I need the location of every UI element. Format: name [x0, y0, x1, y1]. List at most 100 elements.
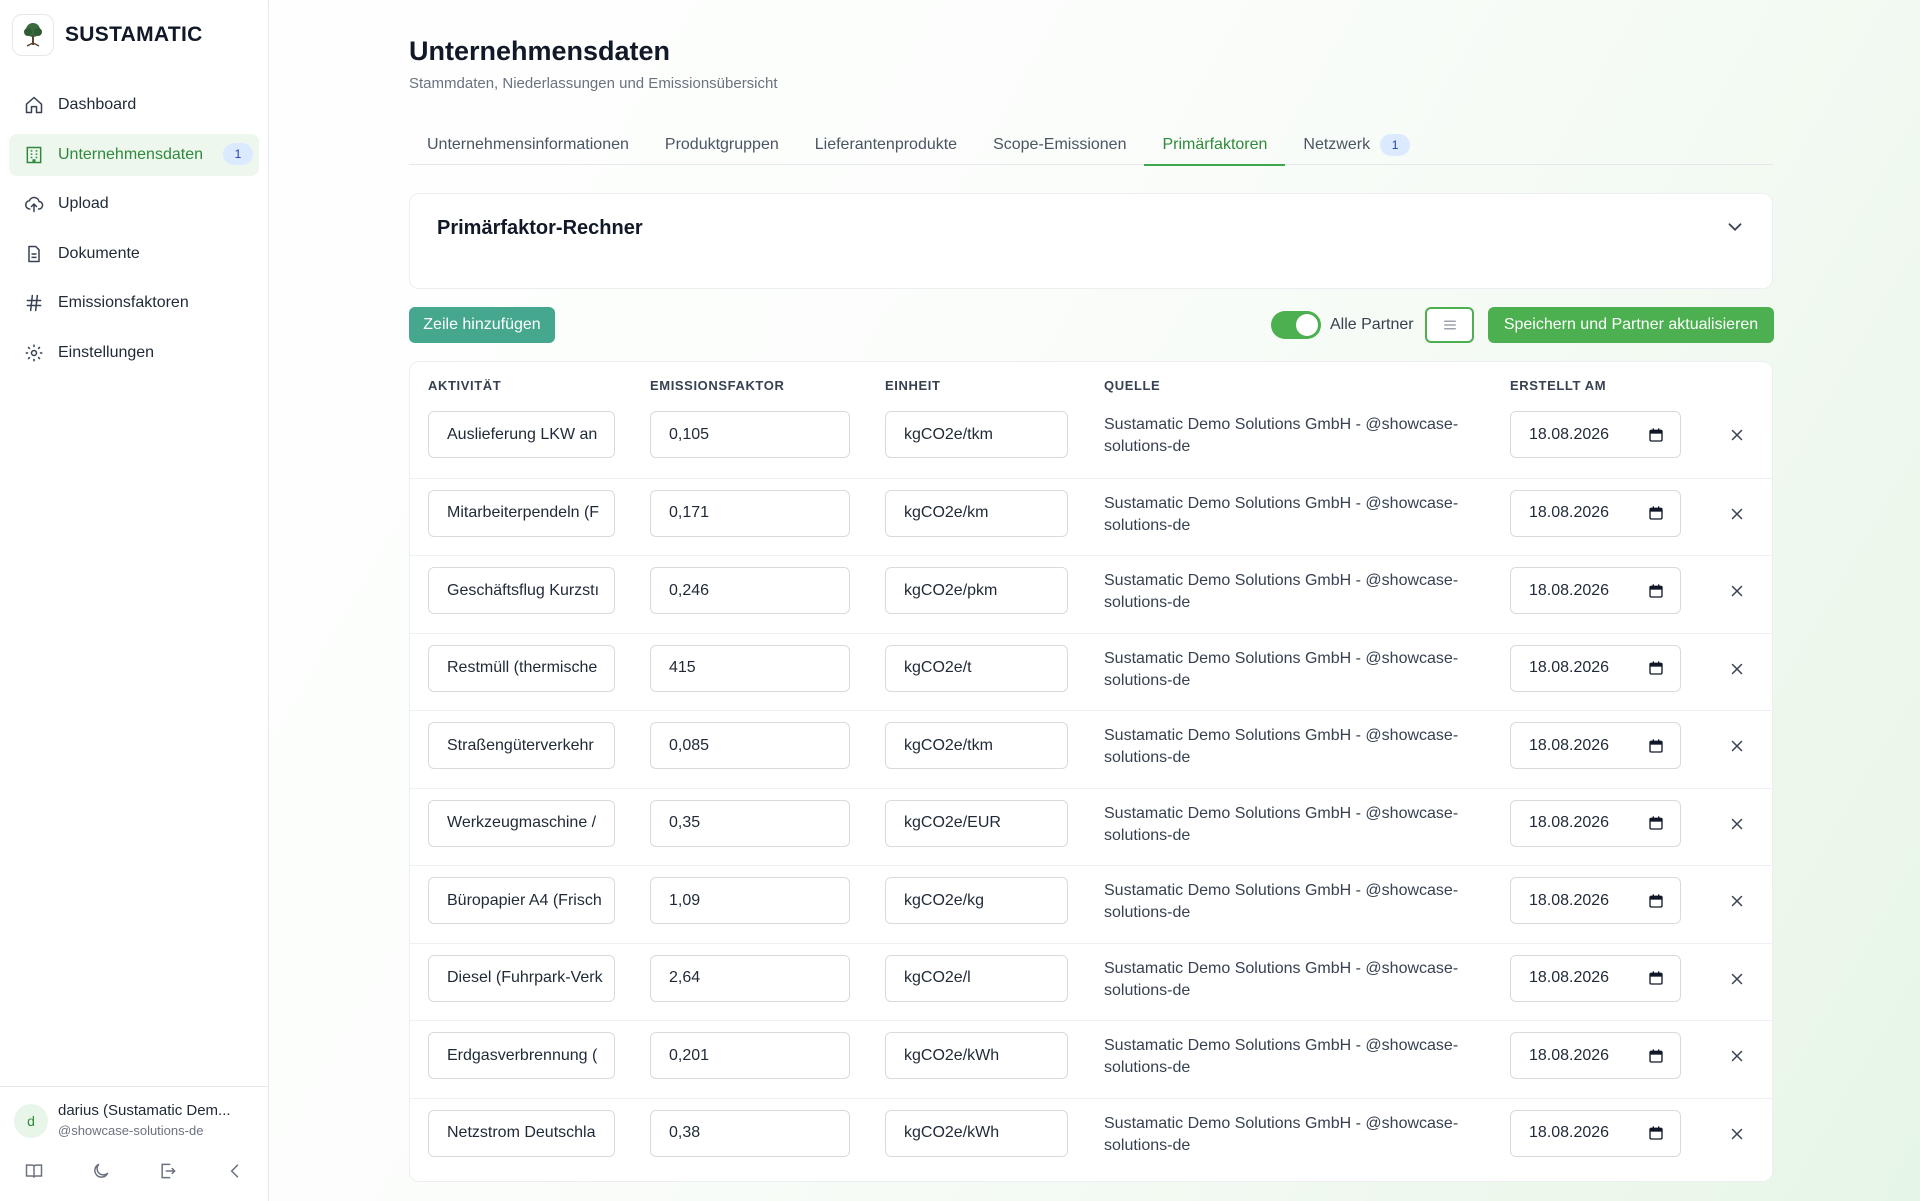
emission-factor-input[interactable]: 0,201 [650, 1032, 850, 1079]
emission-factor-input[interactable]: 0,35 [650, 799, 850, 847]
created-date-input[interactable]: 18.08.2026 [1510, 1109, 1681, 1157]
emission-factor-input[interactable]: 1,09 [650, 877, 850, 924]
collapse-chevron-icon[interactable] [201, 1155, 268, 1187]
emission-factor-input[interactable]: 0,38 [650, 1109, 850, 1157]
delete-row-icon[interactable] [1728, 426, 1746, 444]
created-date-input[interactable]: 18.08.2026 [1510, 489, 1681, 537]
sidebar-item-einstellungen[interactable]: Einstellungen [9, 332, 259, 374]
created-date-input[interactable]: 18.08.2026 [1510, 411, 1681, 458]
unit-input[interactable]: kgCO2e/l [885, 954, 1068, 1002]
calendar-icon[interactable] [1648, 505, 1664, 521]
created-date-input[interactable]: 18.08.2026 [1510, 877, 1681, 924]
activity-input[interactable]: Auslieferung LKW an [428, 411, 615, 458]
activity-input[interactable]: Straßengüterverkehr [428, 722, 615, 769]
emission-factor-input[interactable]: 0,171 [650, 489, 850, 537]
calendar-icon[interactable] [1648, 1048, 1664, 1064]
created-date-input[interactable]: 18.08.2026 [1510, 567, 1681, 614]
calculator-panel[interactable]: Primärfaktor-Rechner [409, 193, 1773, 289]
created-date-input[interactable]: 18.08.2026 [1510, 722, 1681, 769]
tab-lieferantenprodukte[interactable]: Lieferantenprodukte [797, 124, 975, 165]
tab-label: Primärfaktoren [1162, 135, 1268, 153]
user-handle: @showcase-solutions-de [58, 1123, 204, 1138]
calendar-icon[interactable] [1648, 660, 1664, 676]
activity-input[interactable]: Erdgasverbrennung ( [428, 1032, 615, 1079]
emission-factor-input[interactable]: 0,105 [650, 411, 850, 458]
table-row: Mitarbeiterpendeln (F 0,171 kgCO2e/km Susta… [410, 477, 1772, 556]
calculator-title: Primärfaktor-Rechner [437, 217, 643, 239]
book-icon[interactable] [0, 1155, 67, 1187]
activity-input[interactable]: Geschäftsflug Kurzstı [428, 567, 615, 614]
activity-input[interactable]: Werkzeugmaschine / [428, 799, 615, 847]
calendar-icon[interactable] [1648, 427, 1664, 443]
all-partners-toggle[interactable] [1271, 311, 1321, 339]
unit-input[interactable]: kgCO2e/kWh [885, 1109, 1068, 1157]
calendar-icon[interactable] [1648, 583, 1664, 599]
unit-input[interactable]: kgCO2e/EUR [885, 799, 1068, 847]
delete-row-icon[interactable] [1728, 892, 1746, 910]
delete-row-icon[interactable] [1728, 970, 1746, 988]
tab-scope-emissionen[interactable]: Scope-Emissionen [975, 124, 1144, 165]
home-icon [24, 95, 44, 115]
avatar[interactable]: d [14, 1104, 48, 1138]
save-and-update-partners-button[interactable]: Speichern und Partner aktualisieren [1488, 307, 1774, 343]
unit-input[interactable]: kgCO2e/tkm [885, 722, 1068, 769]
date-value: 18.08.2026 [1529, 659, 1610, 676]
calendar-icon[interactable] [1648, 815, 1664, 831]
calendar-icon[interactable] [1648, 893, 1664, 909]
tab-unternehmensinformationen[interactable]: Unternehmensinformationen [409, 124, 647, 165]
logout-icon[interactable] [134, 1155, 201, 1187]
unit-input[interactable]: kgCO2e/t [885, 644, 1068, 692]
created-date-input[interactable]: 18.08.2026 [1510, 1032, 1681, 1079]
add-row-button[interactable]: Zeile hinzufügen [409, 307, 555, 343]
column-header-unit: EINHEIT [885, 378, 941, 393]
sidebar-item-dokumente[interactable]: Dokumente [9, 233, 259, 275]
sidebar-item-label: Unternehmensdaten [58, 145, 203, 163]
delete-row-icon[interactable] [1728, 737, 1746, 755]
delete-row-icon[interactable] [1728, 1125, 1746, 1143]
unit-input[interactable]: kgCO2e/pkm [885, 567, 1068, 614]
user-name: darius (Sustamatic Dem... [58, 1102, 231, 1119]
delete-row-icon[interactable] [1728, 505, 1746, 523]
sidebar: SUSTAMATIC Dashboard Unternehmensdaten 1… [0, 0, 269, 1201]
activity-input[interactable]: Diesel (Fuhrpark-Verk [428, 954, 615, 1002]
calendar-icon[interactable] [1648, 970, 1664, 986]
brand[interactable]: SUSTAMATIC [12, 14, 203, 56]
delete-row-icon[interactable] [1728, 1047, 1746, 1065]
sidebar-item-dashboard[interactable]: Dashboard [9, 84, 259, 126]
emission-factor-input[interactable]: 415 [650, 644, 850, 692]
unit-input[interactable]: kgCO2e/tkm [885, 411, 1068, 458]
unit-input[interactable]: kgCO2e/kg [885, 877, 1068, 924]
emission-factor-input[interactable]: 0,246 [650, 567, 850, 614]
tab-netzwerk[interactable]: Netzwerk 1 [1285, 124, 1428, 165]
tab-label: Unternehmensinformationen [427, 135, 629, 153]
created-date-input[interactable]: 18.08.2026 [1510, 644, 1681, 692]
emission-factor-input[interactable]: 0,085 [650, 722, 850, 769]
activity-input[interactable]: Büropapier A4 (Frisch [428, 877, 615, 924]
delete-row-icon[interactable] [1728, 582, 1746, 600]
unit-input[interactable]: kgCO2e/km [885, 489, 1068, 537]
calendar-icon[interactable] [1648, 738, 1664, 754]
activity-input[interactable]: Restmüll (thermische [428, 644, 615, 692]
tab-produktgruppen[interactable]: Produktgruppen [647, 124, 797, 165]
sidebar-item-label: Einstellungen [58, 343, 155, 361]
chevron-down-icon[interactable] [1724, 216, 1746, 238]
source-text: Sustamatic Demo Solutions GmbH - @showca… [1104, 572, 1459, 611]
sidebar-item-emissionsfaktoren[interactable]: Emissionsfaktoren [9, 282, 259, 324]
created-date-input[interactable]: 18.08.2026 [1510, 954, 1681, 1002]
emission-factor-input[interactable]: 2,64 [650, 954, 850, 1002]
column-header-source: QUELLE [1104, 378, 1161, 393]
calendar-icon[interactable] [1648, 1125, 1664, 1141]
sidebar-item-upload[interactable]: Upload [9, 183, 259, 225]
activity-input[interactable]: Mitarbeiterpendeln (F [428, 489, 615, 537]
list-menu-button[interactable] [1425, 307, 1474, 343]
column-header-created: ERSTELLT AM [1510, 378, 1607, 393]
sidebar-item-unternehmensdaten[interactable]: Unternehmensdaten 1 [9, 133, 259, 176]
moon-icon[interactable] [67, 1155, 134, 1187]
delete-row-icon[interactable] [1728, 660, 1746, 678]
created-date-input[interactable]: 18.08.2026 [1510, 799, 1681, 847]
tab-primaerfaktoren[interactable]: Primärfaktoren [1144, 124, 1286, 166]
activity-input[interactable]: Netzstrom Deutschla [428, 1109, 615, 1157]
unit-input[interactable]: kgCO2e/kWh [885, 1032, 1068, 1079]
delete-row-icon[interactable] [1728, 815, 1746, 833]
table-row: Geschäftsflug Kurzstı 0,246 kgCO2e/pkm Sust… [410, 555, 1772, 633]
